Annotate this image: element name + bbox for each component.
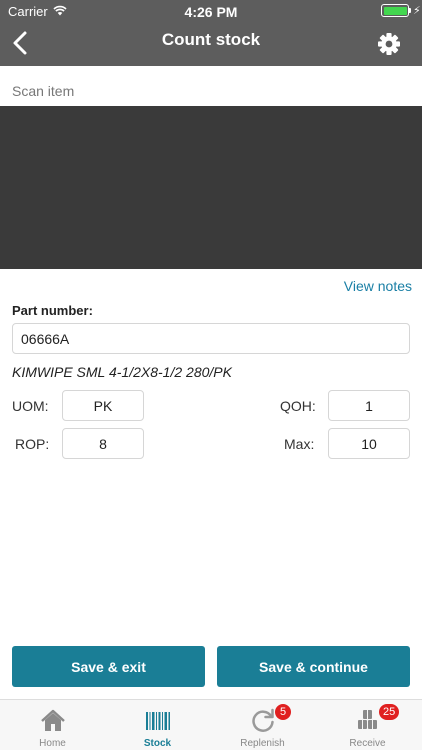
boxes-icon xyxy=(358,710,377,729)
gear-icon xyxy=(378,33,400,55)
tab-receive-label: Receive xyxy=(349,738,386,749)
tab-home-label: Home xyxy=(39,738,66,749)
part-number-input[interactable] xyxy=(12,323,410,354)
save-exit-button[interactable]: Save & exit xyxy=(12,646,205,687)
settings-button[interactable] xyxy=(374,29,404,59)
rop-label: ROP: xyxy=(15,436,50,452)
tab-replenish-label: Replenish xyxy=(240,738,285,749)
barcode-icon xyxy=(146,712,170,730)
tab-bar: Home Stock 5 Replenish 25 Receive xyxy=(0,699,422,750)
qoh-label: QOH: xyxy=(280,398,316,414)
view-notes-link[interactable]: View notes xyxy=(344,278,412,294)
camera-preview[interactable] xyxy=(0,106,422,269)
refresh-icon xyxy=(252,708,274,732)
tab-home[interactable]: Home xyxy=(0,700,105,750)
tab-replenish[interactable]: 5 Replenish xyxy=(210,700,315,750)
battery-icon xyxy=(381,4,409,17)
page-title: Count stock xyxy=(161,30,261,49)
receive-badge: 25 xyxy=(379,704,400,720)
part-description: KIMWIPE SML 4-1/2X8-1/2 280/PK xyxy=(12,364,232,380)
tab-stock-label: Stock xyxy=(143,738,172,749)
status-bar: Carrier 4:26 PM ⚡ xyxy=(0,0,422,22)
charging-icon: ⚡ xyxy=(413,5,421,17)
uom-label: UOM: xyxy=(12,398,49,414)
uom-field[interactable]: PK xyxy=(62,390,144,421)
rop-field[interactable]: 8 xyxy=(62,428,144,459)
tab-receive[interactable]: 25 Receive xyxy=(315,700,420,750)
tab-stock[interactable]: Stock xyxy=(105,700,210,750)
scan-item-label: Scan item xyxy=(12,83,75,99)
home-icon xyxy=(41,709,65,731)
battery-tip xyxy=(409,8,411,13)
max-label: Max: xyxy=(284,436,315,452)
nav-bar: Carrier 4:26 PM ⚡ Count stock xyxy=(0,0,422,66)
save-continue-button[interactable]: Save & continue xyxy=(217,646,410,687)
replenish-badge: 5 xyxy=(275,704,291,720)
part-number-label: Part number: xyxy=(12,303,93,318)
qoh-field[interactable]: 1 xyxy=(328,390,410,421)
clock: 4:26 PM xyxy=(184,4,238,20)
max-field[interactable]: 10 xyxy=(328,428,410,459)
